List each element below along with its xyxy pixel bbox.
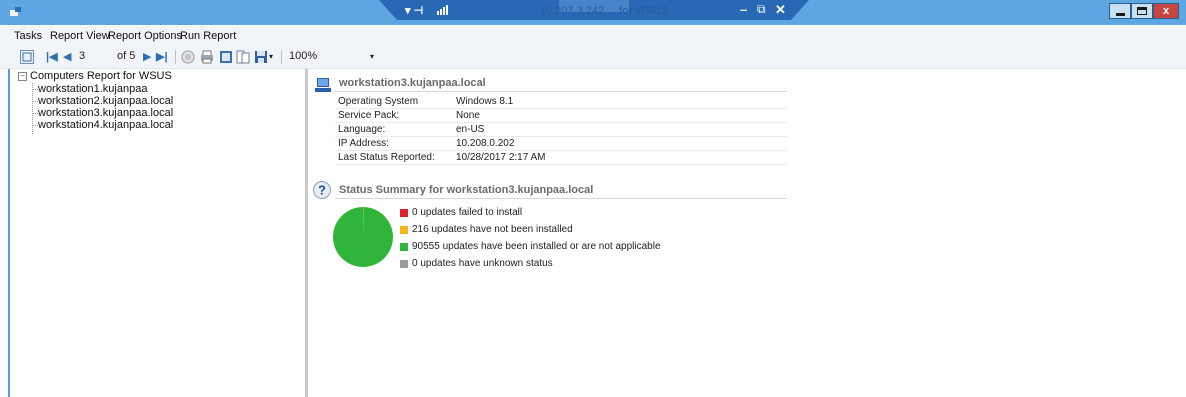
- page-count: of 5: [117, 50, 136, 62]
- minimize-icon[interactable]: [1109, 3, 1131, 19]
- app-icon: [10, 7, 21, 16]
- close-icon[interactable]: x: [1153, 3, 1179, 19]
- info-value: en-US: [456, 124, 485, 135]
- status-summary-title: Status Summary for workstation3.kujanpaa…: [339, 184, 594, 196]
- info-label: Service Pack:: [338, 110, 400, 121]
- menu-report-options[interactable]: Report Options: [108, 30, 182, 42]
- legend-swatch: [400, 209, 408, 217]
- toolbar: |◀ ◀ 3 of 5 ▶ ▶| ▾ 100% ▾: [0, 46, 1186, 69]
- info-value: 10.208.0.202: [456, 138, 515, 149]
- info-row-ip-address: IP Address: 10.208.0.202: [335, 137, 787, 151]
- legend-text: 90555 updates have been installed or are…: [412, 241, 661, 252]
- tree-item-workstation2[interactable]: workstation2.kujanpaa.local: [38, 95, 173, 107]
- info-label: IP Address:: [338, 138, 389, 149]
- legend-swatch: [400, 260, 408, 268]
- remote-restore-icon[interactable]: ⧉: [757, 2, 766, 17]
- info-value: None: [456, 110, 480, 121]
- tree-item-workstation1[interactable]: workstation1.kujanpaa: [38, 83, 147, 95]
- menu-tasks[interactable]: Tasks: [14, 30, 42, 42]
- remote-connection-bar[interactable]: ▾ ⊣ 10.207.3.242 ... for WSUS – ⧉ ✕: [379, 0, 809, 20]
- status-divider: [335, 198, 787, 199]
- info-label: Last Status Reported:: [338, 152, 435, 163]
- legend-text: 0 updates have unknown status: [412, 258, 553, 269]
- status-pie-chart: [333, 207, 393, 267]
- tree-item-workstation3[interactable]: workstation3.kujanpaa.local: [38, 107, 173, 119]
- help-icon: ?: [313, 181, 331, 199]
- info-row-service-pack: Service Pack: None: [335, 109, 787, 123]
- last-page-icon[interactable]: ▶|: [156, 50, 168, 63]
- toolbar-separator: [281, 50, 282, 64]
- remote-minimize-icon[interactable]: –: [740, 2, 747, 17]
- export-dropdown-icon[interactable]: ▾: [269, 52, 273, 61]
- first-page-icon[interactable]: |◀: [46, 50, 58, 63]
- page-setup-icon[interactable]: [20, 50, 34, 64]
- signal-icon: [437, 5, 448, 15]
- toolbar-separator: [175, 50, 176, 64]
- legend-swatch: [400, 226, 408, 234]
- info-row-language: Language: en-US: [335, 123, 787, 137]
- legend-text: 216 updates have not been installed: [412, 224, 573, 235]
- connection-title: 10.207.3.242 ... for WSUS: [539, 5, 669, 17]
- tree-root-label: Computers Report for WSUS: [30, 70, 172, 82]
- computer-title: workstation3.kujanpaa.local: [339, 77, 486, 89]
- maximize-icon[interactable]: [1131, 3, 1153, 19]
- svg-text:?: ?: [318, 183, 326, 198]
- print-icon[interactable]: [200, 50, 214, 64]
- print-layout-icon[interactable]: [219, 50, 233, 64]
- computer-icon: [315, 78, 331, 92]
- legend-text: 0 updates failed to install: [412, 207, 523, 218]
- title-bar: ▾ ⊣ 10.207.3.242 ... for WSUS – ⧉ ✕ x: [0, 0, 1186, 25]
- current-page-input[interactable]: 3: [79, 50, 85, 62]
- info-row-last-status: Last Status Reported: 10/28/2017 2:17 AM: [335, 151, 787, 165]
- zoom-select[interactable]: 100%: [289, 50, 317, 62]
- prev-page-icon[interactable]: ◀: [63, 50, 71, 63]
- menu-bar: Tasks Report View Report Options Run Rep…: [0, 26, 1186, 46]
- menu-report-view[interactable]: Report View: [50, 30, 110, 42]
- title-divider: [335, 91, 787, 92]
- info-value: Windows 8.1: [456, 96, 514, 107]
- tree-connector: [32, 83, 33, 134]
- pie-slice-2: [333, 207, 393, 267]
- legend-swatch: [400, 243, 408, 251]
- remote-close-icon[interactable]: ✕: [775, 2, 786, 18]
- info-label: Operating System: [338, 96, 419, 107]
- report-view: workstation3.kujanpaa.local Operating Sy…: [308, 69, 1186, 397]
- computer-tree-panel: − Computers Report for WSUS workstation1…: [8, 69, 307, 397]
- info-value: 10/28/2017 2:17 AM: [456, 152, 546, 163]
- info-row-os: Operating System Windows 8.1: [335, 95, 787, 109]
- page-layout-icon[interactable]: [236, 50, 250, 64]
- next-page-icon[interactable]: ▶: [143, 50, 151, 63]
- stop-icon[interactable]: [181, 50, 195, 64]
- pin-icon[interactable]: ▾ ⊣: [405, 4, 423, 17]
- menu-run-report[interactable]: Run Report: [180, 30, 236, 42]
- collapse-icon[interactable]: −: [18, 72, 27, 81]
- export-icon[interactable]: [254, 50, 268, 64]
- info-label: Language:: [338, 124, 386, 135]
- chevron-down-icon[interactable]: ▾: [370, 52, 374, 61]
- tree-item-workstation4[interactable]: workstation4.kujanpaa.local: [38, 119, 173, 131]
